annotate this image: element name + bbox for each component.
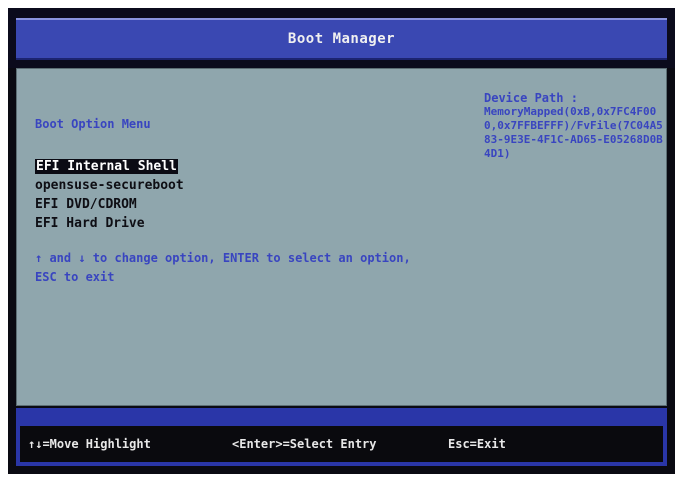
boot-option-efi-dvd-cdrom[interactable]: EFI DVD/CDROM <box>35 195 184 214</box>
header: Boot Manager <box>8 8 675 68</box>
select-entry-hint: <Enter>=Select Entry <box>232 437 377 451</box>
move-highlight-hint: ↑↓=Move Highlight <box>28 437 151 451</box>
boot-option-label: EFI DVD/CDROM <box>35 197 137 212</box>
menu-heading: Boot Option Menu <box>35 117 151 131</box>
device-path-value: MemoryMapped(0xB,0x7FC4F000,0x7FFBEFFF)/… <box>484 105 663 160</box>
page-title: Boot Manager <box>287 31 396 47</box>
boot-option-efi-internal-shell[interactable]: EFI Internal Shell <box>35 157 184 176</box>
bios-screen: Boot Manager Boot Option Menu EFI Intern… <box>8 8 675 474</box>
boot-option-efi-hard-drive[interactable]: EFI Hard Drive <box>35 214 184 233</box>
header-bar: Boot Manager <box>16 18 667 60</box>
boot-option-label: opensuse-secureboot <box>35 178 184 193</box>
boot-option-label: EFI Internal Shell <box>35 159 178 174</box>
boot-option-label: EFI Hard Drive <box>35 216 145 231</box>
boot-option-list: EFI Internal Shell opensuse-secureboot E… <box>35 157 184 233</box>
footer: ↑↓=Move Highlight <Enter>=Select Entry E… <box>16 408 667 466</box>
key-hints-bar: ↑↓=Move Highlight <Enter>=Select Entry E… <box>20 426 663 462</box>
help-text: ↑ and ↓ to change option, ENTER to selec… <box>35 249 411 287</box>
exit-hint: Esc=Exit <box>448 437 506 451</box>
help-line: ESC to exit <box>35 270 115 284</box>
boot-option-opensuse-secureboot[interactable]: opensuse-secureboot <box>35 176 184 195</box>
help-line: ↑ and ↓ to change option, ENTER to selec… <box>35 251 411 265</box>
main-panel: Boot Option Menu EFI Internal Shell open… <box>16 68 667 406</box>
device-path-panel: Device Path : MemoryMapped(0xB,0x7FC4F00… <box>484 91 664 161</box>
device-path-label: Device Path : <box>484 91 578 105</box>
